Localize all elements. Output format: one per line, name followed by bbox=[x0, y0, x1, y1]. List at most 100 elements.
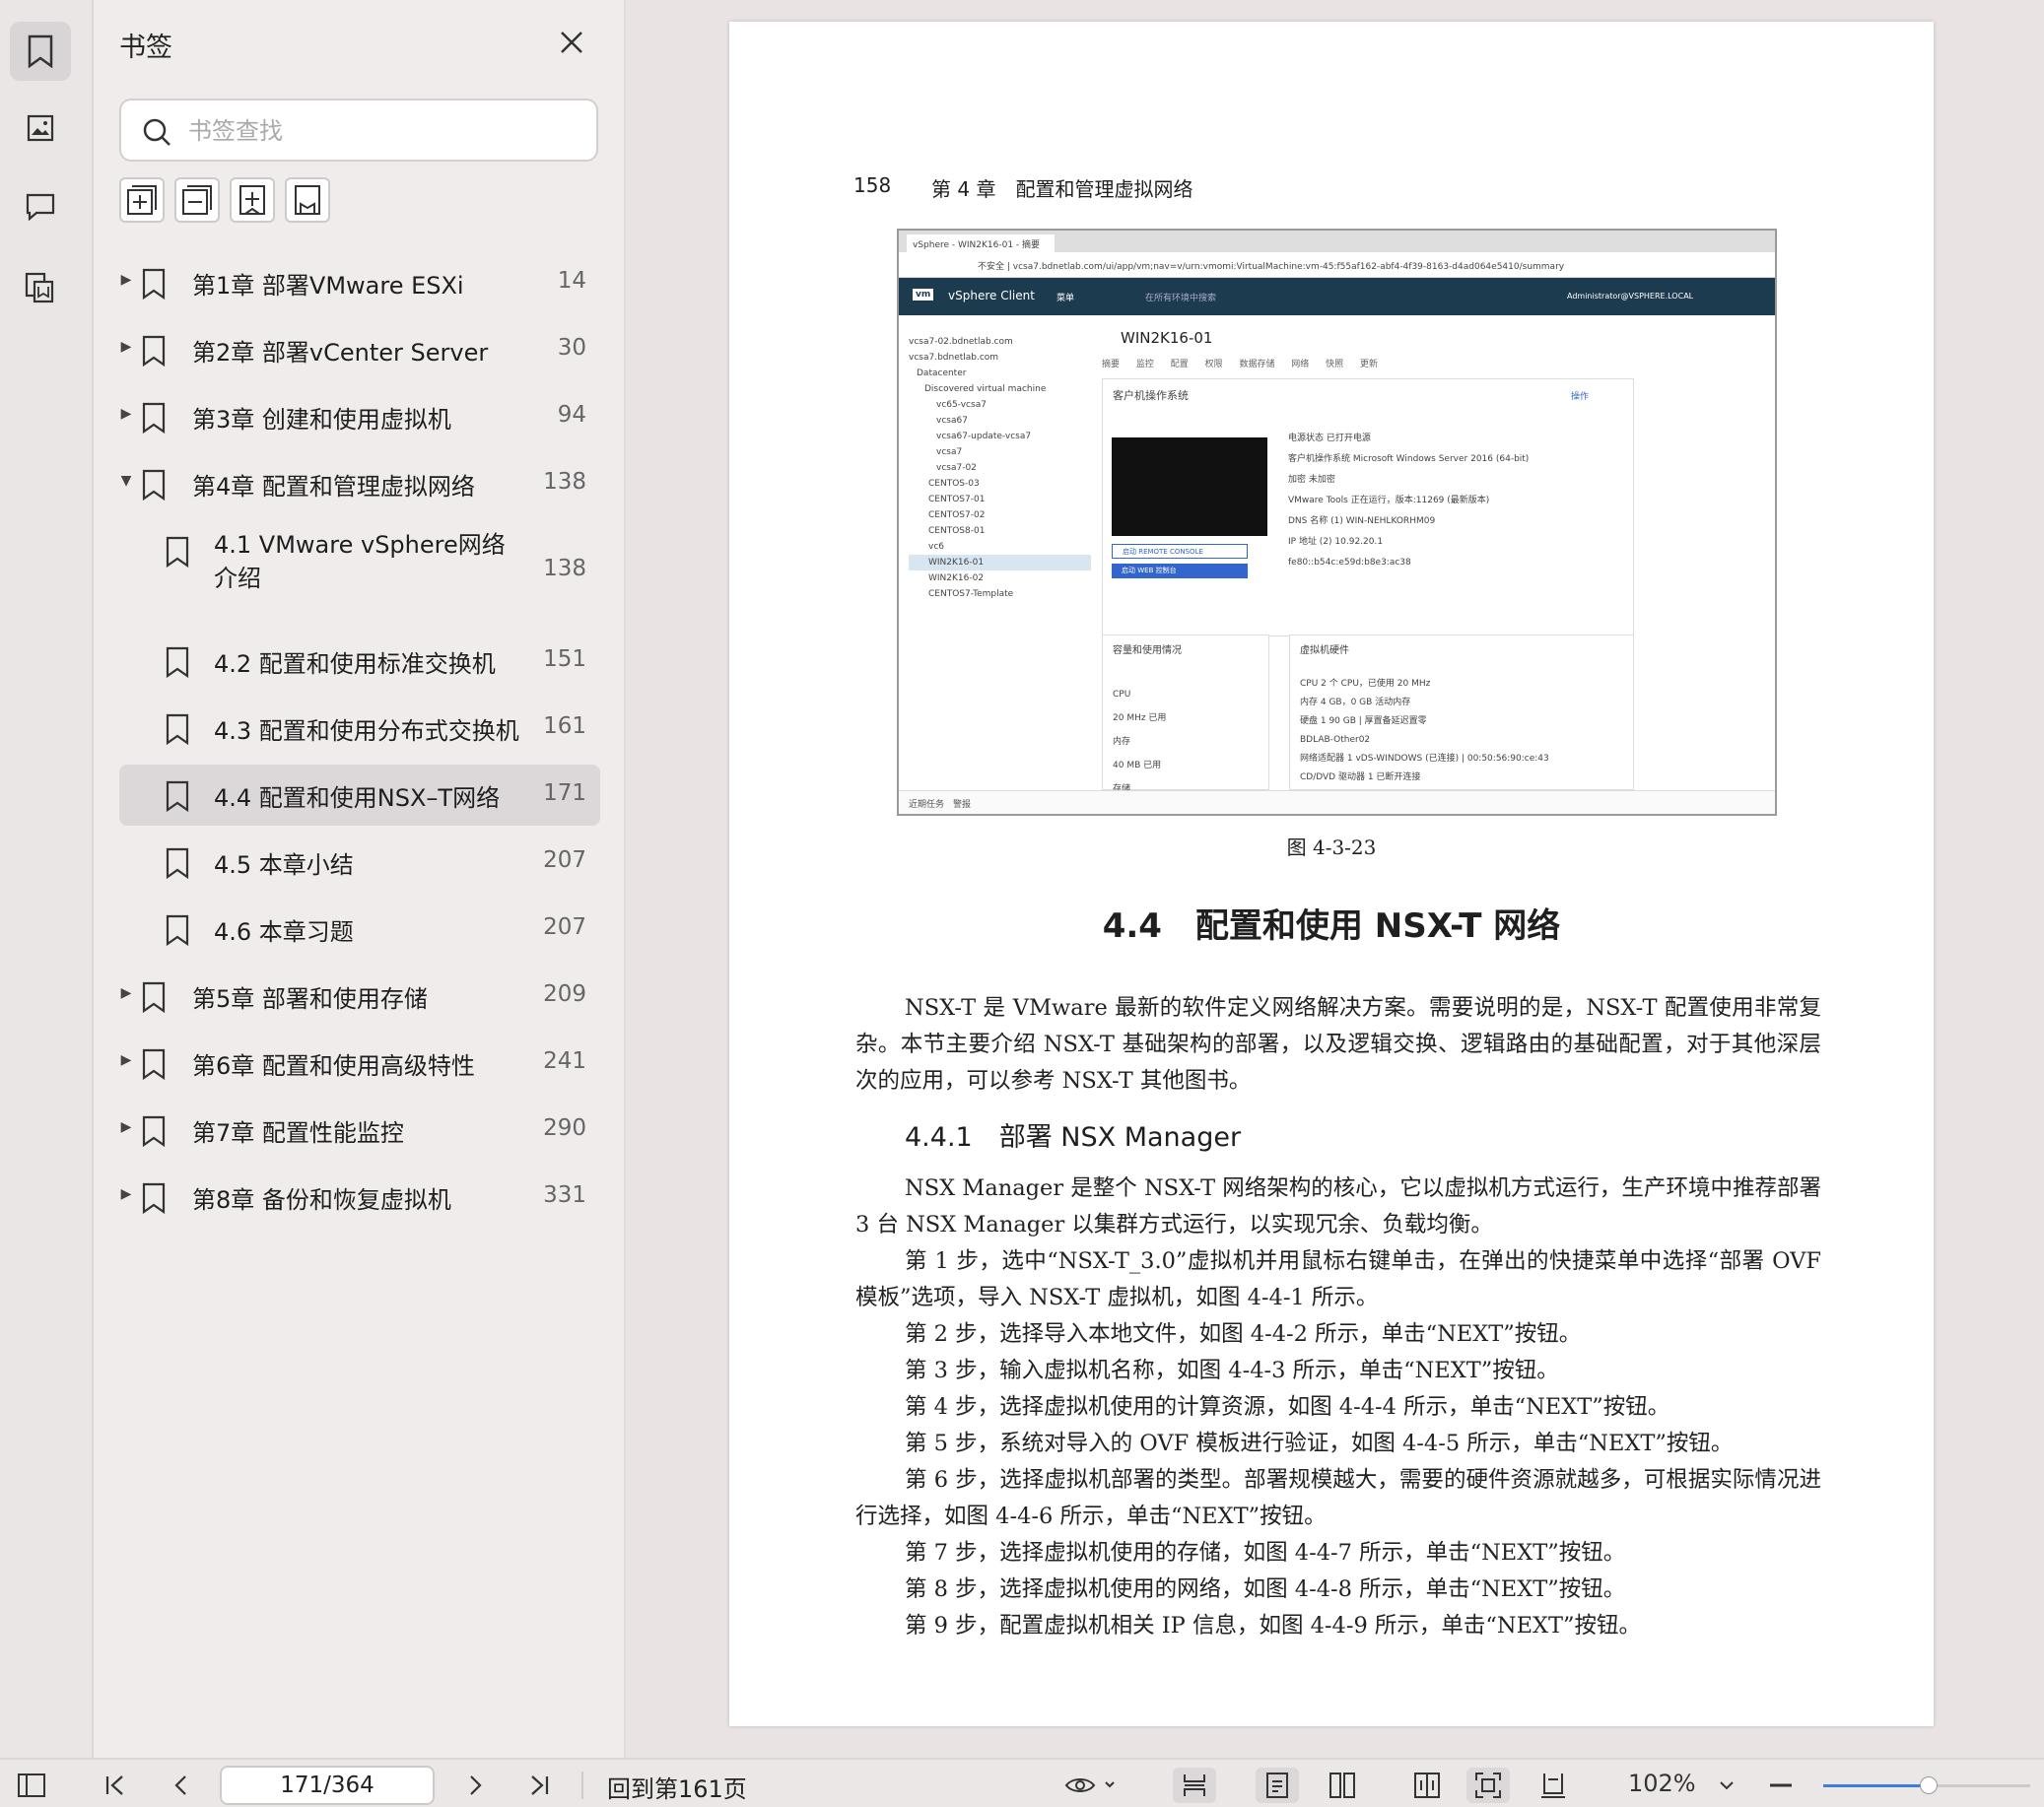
tree-item: vcsa67-update-vcsa7 bbox=[936, 432, 1032, 441]
browser-tab: vSphere - WIN2K16-01 - 摘要 bbox=[907, 234, 1055, 252]
rotate-icon[interactable] bbox=[1535, 1768, 1571, 1803]
bookmark-chapter[interactable]: ▶ 第2章 部署vCenter Server 30 bbox=[119, 319, 600, 380]
zoom-level[interactable]: 102% bbox=[1628, 1770, 1696, 1797]
prev-page-icon[interactable] bbox=[166, 1768, 195, 1803]
capacity-line: CPU bbox=[1113, 690, 1131, 700]
zoom-slider[interactable] bbox=[1823, 1776, 2030, 1794]
body-paragraph: 第 4 步，选择虚拟机使用的计算资源，如图 4-4-4 所示，单击“NEXT”按… bbox=[905, 1394, 1670, 1420]
bookmark-chapter[interactable]: ▶ 第3章 创建和使用虚拟机 94 bbox=[119, 386, 600, 447]
last-page-icon[interactable] bbox=[524, 1768, 554, 1803]
first-page-icon[interactable] bbox=[101, 1768, 130, 1803]
bookmark-section[interactable]: 4.3 配置和使用分布式交换机 161 bbox=[119, 698, 600, 759]
view-mode-icon[interactable] bbox=[1062, 1768, 1120, 1803]
fit-page-icon[interactable] bbox=[1466, 1768, 1510, 1803]
document-page: 158 第 4 章 配置和管理虚拟网络 vSphere - WIN2K16-01… bbox=[729, 22, 1934, 1726]
collapsed-arrow-icon[interactable]: ▶ bbox=[119, 1119, 133, 1135]
document-view[interactable]: 158 第 4 章 配置和管理虚拟网络 vSphere - WIN2K16-01… bbox=[626, 0, 2044, 1758]
tree-item: vcsa7-02 bbox=[936, 463, 977, 473]
collapsed-arrow-icon[interactable]: ▶ bbox=[119, 1052, 133, 1068]
bookmark-label: 第4章 配置和管理虚拟网络 bbox=[192, 473, 475, 501]
bookmark-label: 第7章 配置性能监控 bbox=[192, 1119, 404, 1147]
capacity-line: 20 MHz 已用 bbox=[1113, 713, 1167, 723]
body-paragraph: 第 7 步，选择虚拟机使用的存储，如图 4-4-7 所示，单击“NEXT”按钮。 bbox=[905, 1540, 1626, 1566]
bookmark-section[interactable]: 4.2 配置和使用标准交换机 151 bbox=[119, 631, 600, 692]
collapsed-arrow-icon[interactable]: ▶ bbox=[119, 406, 133, 422]
toolbar-divider bbox=[581, 1772, 583, 1799]
bookmark-panel: 书签 ▶ 第1章 部署VMware ESXi 14 ▶ 第2章 部署vCenter Se… bbox=[94, 0, 626, 1758]
bookmark-label: 第5章 部署和使用存储 bbox=[192, 985, 428, 1013]
search-icon bbox=[141, 116, 172, 152]
vsphere-header: vm vSphere Client 菜单 在所有环境中搜索 Administra… bbox=[899, 278, 1775, 315]
single-page-icon[interactable] bbox=[1256, 1768, 1299, 1803]
bookmark-chapter[interactable]: ▶ 第6章 配置和使用高级特性 241 bbox=[119, 1033, 600, 1094]
info-line: 加密 未加密 bbox=[1288, 475, 1335, 485]
bookmark-page: 171 bbox=[543, 780, 586, 806]
web-console-button: 启动 WEB 控制台 bbox=[1112, 564, 1248, 578]
card-title: 虚拟机硬件 bbox=[1300, 645, 1349, 656]
collapsed-arrow-icon[interactable]: ▶ bbox=[119, 272, 133, 288]
bookmark-page: 207 bbox=[543, 914, 586, 940]
hardware-card: 虚拟机硬件 CPU 2 个 CPU，已使用 20 MHz 内存 4 GB，0 GB… bbox=[1289, 635, 1634, 790]
body-paragraph: 第 5 步，系统对导入的 OVF 模板进行验证，如图 4-4-5 所示，单击“N… bbox=[905, 1431, 1734, 1456]
book-view-icon[interactable] bbox=[1409, 1768, 1445, 1803]
two-page-icon[interactable] bbox=[1325, 1768, 1360, 1803]
bookmark-current-button[interactable] bbox=[285, 177, 330, 223]
bookmark-chapter[interactable]: ▼ 第4章 配置和管理虚拟网络 138 bbox=[119, 453, 600, 514]
card-title: 客户机操作系统 bbox=[1113, 389, 1189, 402]
bookmark-label: 4.2 配置和使用标准交换机 bbox=[214, 650, 496, 678]
page-bookmark-icon[interactable] bbox=[10, 258, 71, 317]
collapse-all-button[interactable] bbox=[174, 177, 220, 223]
tree-item: CENTOS8-01 bbox=[928, 526, 986, 536]
zoom-slider-fill bbox=[1823, 1784, 1930, 1787]
add-bookmark-button[interactable] bbox=[230, 177, 275, 223]
collapsed-arrow-icon[interactable]: ▶ bbox=[119, 985, 133, 1001]
bookmark-section[interactable]: 4.4 配置和使用NSX–T网络 171 bbox=[119, 765, 600, 826]
bookmark-page: 30 bbox=[557, 335, 586, 361]
hardware-line: CD/DVD 驱动器 1 已断开连接 bbox=[1300, 772, 1421, 782]
bookmark-search[interactable] bbox=[119, 99, 598, 162]
thumbnail-icon[interactable] bbox=[10, 99, 71, 158]
tree-item: WIN2K16-02 bbox=[928, 573, 985, 583]
next-page-icon[interactable] bbox=[461, 1768, 491, 1803]
hardware-line: BDLAB-Other02 bbox=[1300, 735, 1371, 745]
capacity-line: 内存 bbox=[1113, 737, 1131, 747]
annotation-icon[interactable] bbox=[10, 177, 71, 236]
info-line: IP 地址 (2) 10.92.20.1 bbox=[1288, 537, 1384, 547]
bookmark-section[interactable]: 4.1 VMware vSphere网络介绍 138 bbox=[119, 520, 600, 623]
zoom-slider-knob[interactable] bbox=[1920, 1776, 1939, 1794]
bookmark-search-input[interactable] bbox=[188, 112, 582, 150]
bookmark-label: 第3章 创建和使用虚拟机 bbox=[192, 406, 451, 434]
bookmark-chapter[interactable]: ▶ 第8章 备份和恢复虚拟机 331 bbox=[119, 1167, 600, 1228]
fit-width-icon[interactable] bbox=[1173, 1768, 1216, 1803]
bookmark-section[interactable]: 4.5 本章小结 207 bbox=[119, 832, 600, 893]
hardware-lines: CPU 2 个 CPU，已使用 20 MHz 内存 4 GB，0 GB 活动内存硬… bbox=[1300, 675, 1549, 787]
bookmark-page: 138 bbox=[543, 556, 586, 581]
body-paragraph: NSX Manager 是整个 NSX-T 网络架构的核心，它以虚拟机方式运行，… bbox=[855, 1175, 1821, 1238]
expand-all-button[interactable] bbox=[119, 177, 165, 223]
browser-tabbar: vSphere - WIN2K16-01 - 摘要 bbox=[899, 231, 1775, 252]
zoom-out-icon[interactable] bbox=[1766, 1768, 1796, 1803]
collapsed-arrow-icon[interactable]: ▶ bbox=[119, 1186, 133, 1202]
bookmark-label: 4.3 配置和使用分布式交换机 bbox=[214, 717, 519, 745]
close-icon[interactable] bbox=[557, 28, 586, 57]
tree-item: vcsa67 bbox=[936, 416, 968, 426]
bookmark-chapter[interactable]: ▶ 第7章 配置性能监控 290 bbox=[119, 1100, 600, 1161]
go-back-link[interactable]: 回到第161页 bbox=[607, 1770, 747, 1804]
running-header: 第 4 章 配置和管理虚拟网络 bbox=[931, 177, 1193, 201]
bookmark-page: 138 bbox=[543, 469, 586, 495]
body-paragraph: 第 6 步，选择虚拟机部署的类型。部署规模越大，需要的硬件资源就越多，可根据实际… bbox=[855, 1467, 1821, 1529]
bookmark-chapter[interactable]: ▶ 第5章 部署和使用存储 209 bbox=[119, 966, 600, 1027]
bookmark-icon bbox=[165, 914, 190, 950]
sidebar-toggle-icon[interactable] bbox=[14, 1768, 49, 1803]
collapsed-arrow-icon[interactable]: ▶ bbox=[119, 339, 133, 355]
bookmark-page: 161 bbox=[543, 713, 586, 739]
bookmark-label: 4.1 VMware vSphere网络介绍 bbox=[214, 531, 506, 592]
expanded-arrow-icon[interactable]: ▼ bbox=[119, 473, 133, 489]
zoom-dropdown-icon[interactable] bbox=[1715, 1768, 1738, 1803]
bookmark-section[interactable]: 4.6 本章习题 207 bbox=[119, 899, 600, 960]
bookmark-panel-icon[interactable] bbox=[10, 22, 71, 81]
capacity-lines: CPU 20 MHz 已用 内存 40 MB 已用 存储 bbox=[1113, 683, 1166, 801]
info-line: 电源状态 已打开电源 bbox=[1288, 434, 1371, 443]
page-input[interactable]: 171/364 bbox=[220, 1766, 435, 1805]
bookmark-chapter[interactable]: ▶ 第1章 部署VMware ESXi 14 bbox=[119, 252, 600, 313]
